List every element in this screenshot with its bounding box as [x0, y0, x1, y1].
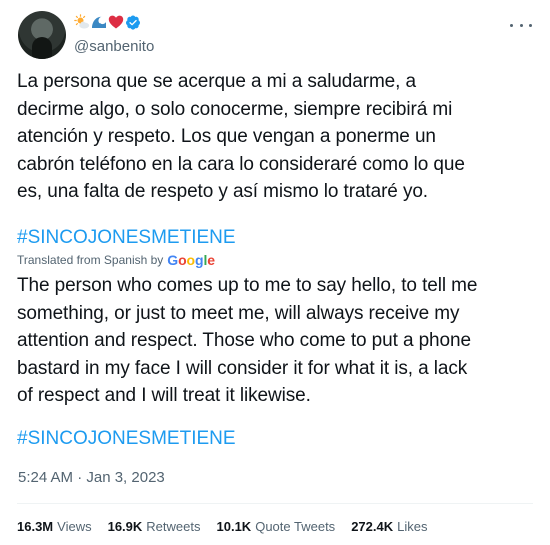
translation-attribution: Translated from Spanish by Google [17, 252, 215, 268]
views-label: Views [57, 518, 92, 534]
divider [17, 503, 533, 504]
translated-label: Translated from Spanish by [17, 253, 164, 267]
hashtag-link[interactable]: #SINCOJONESMETIENE [17, 226, 236, 250]
tweet-translated-text: The person who comes up to me to say hel… [17, 275, 478, 406]
views-count: 16.3M [17, 518, 54, 534]
tweet-card: @sanbenito La persona que se acerque a m… [0, 0, 550, 545]
tweet-timestamp[interactable]: 5:24 AM · Jan 3, 2023 [18, 468, 165, 488]
likes-count: 272.4K [351, 518, 394, 534]
retweets-stat[interactable]: 16.9K Retweets [108, 519, 201, 534]
engagement-stats: 16.3M Views 16.9K Retweets 10.1K Quote T… [17, 517, 427, 535]
likes-stat[interactable]: 272.4K Likes [351, 519, 427, 534]
red-heart-icon [108, 14, 124, 30]
quote-tweets-stat[interactable]: 10.1K Quote Tweets [217, 519, 336, 534]
quotes-label: Quote Tweets [255, 518, 336, 534]
user-handle[interactable]: @sanbenito [74, 38, 154, 56]
views-stat[interactable]: 16.3M Views [17, 519, 92, 534]
display-name[interactable] [74, 13, 141, 31]
avatar[interactable] [18, 11, 66, 59]
more-options-icon[interactable] [510, 20, 532, 30]
retweets-count: 16.9K [107, 518, 143, 534]
hashtag-link-translated[interactable]: #SINCOJONESMETIENE [17, 427, 236, 451]
verified-badge-icon [125, 14, 141, 30]
retweets-label: Retweets [146, 518, 201, 534]
quotes-count: 10.1K [216, 518, 252, 534]
sun-behind-cloud-icon [74, 14, 90, 30]
tweet-original-text: La persona que se acerque a mi a saludar… [17, 71, 465, 202]
water-wave-icon [91, 14, 107, 30]
likes-label: Likes [397, 518, 428, 534]
google-logo: Google [167, 252, 215, 268]
